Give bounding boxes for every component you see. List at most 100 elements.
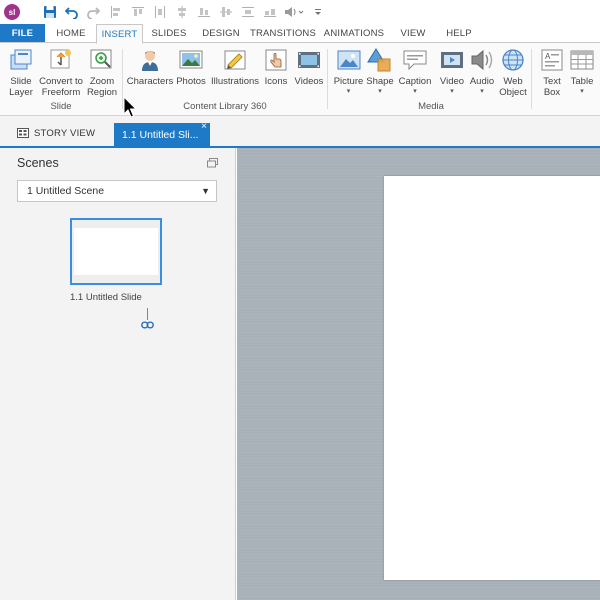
scenes-title: Scenes bbox=[17, 156, 59, 170]
picture-label: Picture bbox=[333, 76, 364, 87]
tab-insert[interactable]: INSERT bbox=[96, 24, 143, 44]
close-tab-icon[interactable]: × bbox=[201, 123, 207, 139]
slide-canvas bbox=[237, 148, 600, 600]
ribbon-insert: Slide Layer Convert to Freeform Zoom Region… bbox=[0, 42, 600, 116]
align-top-icon[interactable] bbox=[130, 4, 146, 20]
align-left-icon[interactable] bbox=[108, 4, 124, 20]
video-button[interactable]: Video ▾ bbox=[437, 47, 467, 96]
table-dropdown-icon[interactable]: ▾ bbox=[580, 88, 584, 96]
photos-label: Photos bbox=[176, 76, 206, 87]
caption-dropdown-icon[interactable]: ▾ bbox=[413, 88, 417, 96]
characters-label: Characters bbox=[126, 76, 174, 87]
slide-layer-icon bbox=[8, 47, 34, 73]
align-bottom-icon[interactable] bbox=[196, 4, 212, 20]
web-object-button[interactable]: Web Object bbox=[498, 47, 528, 98]
story-view-icon bbox=[17, 128, 29, 138]
scenes-panel: Scenes 1 Untitled Scene ▼ 1.1 Untitled S… bbox=[0, 148, 236, 600]
slide-group-label: Slide bbox=[50, 101, 72, 112]
convert-freeform-label-2: Freeform bbox=[41, 87, 81, 98]
film-icon bbox=[296, 47, 322, 73]
caption-button[interactable]: Caption ▾ bbox=[396, 47, 434, 96]
photos-button[interactable]: Photos bbox=[174, 47, 208, 87]
audio-button[interactable]: Audio ▾ bbox=[467, 47, 497, 96]
speaker-icon bbox=[469, 47, 495, 73]
slide-layer-button[interactable]: Slide Layer bbox=[5, 47, 37, 98]
distribute-vertical-icon[interactable] bbox=[240, 4, 256, 20]
group-separator bbox=[327, 49, 328, 109]
icons-button[interactable]: Icons bbox=[262, 47, 290, 87]
shape-button[interactable]: Shape ▾ bbox=[365, 47, 395, 96]
convert-to-freeform-button[interactable]: Convert to Freeform bbox=[38, 47, 84, 98]
photo-icon bbox=[178, 47, 204, 73]
svg-text:A: A bbox=[545, 52, 551, 61]
panel-options-icon[interactable] bbox=[207, 158, 218, 168]
mouse-cursor-icon bbox=[123, 95, 138, 118]
caption-icon bbox=[402, 47, 428, 73]
web-object-label-1: Web bbox=[503, 76, 523, 87]
quick-access-toolbar: sl bbox=[0, 0, 600, 24]
story-view-tab[interactable]: STORY VIEW bbox=[17, 124, 95, 142]
tab-transitions[interactable]: TRANSITIONS bbox=[249, 24, 317, 43]
icons-label: Icons bbox=[264, 76, 288, 87]
save-icon[interactable] bbox=[42, 4, 58, 20]
tab-animations[interactable]: ANIMATIONS bbox=[321, 24, 387, 43]
customize-icon[interactable] bbox=[310, 4, 326, 20]
illustration-icon bbox=[222, 47, 248, 73]
shape-dropdown-icon[interactable]: ▾ bbox=[378, 88, 382, 96]
text-box-label-2: Box bbox=[543, 87, 561, 98]
convert-freeform-label-1: Convert to bbox=[39, 76, 83, 87]
volume-icon[interactable] bbox=[283, 4, 305, 20]
align-middle-icon[interactable] bbox=[218, 4, 234, 20]
slide-stage[interactable] bbox=[384, 176, 600, 580]
slide-tab-current[interactable]: 1.1 Untitled Sli... × bbox=[114, 123, 210, 148]
redo-icon[interactable] bbox=[85, 4, 101, 20]
slide-thumbnail[interactable] bbox=[70, 218, 162, 285]
tab-view[interactable]: VIEW bbox=[393, 24, 433, 43]
tab-help[interactable]: HELP bbox=[440, 24, 478, 43]
audio-dropdown-icon[interactable]: ▾ bbox=[480, 88, 484, 96]
video-label: Video bbox=[439, 76, 465, 87]
ribbon-tabs: FILE HOME INSERT SLIDES DESIGN TRANSITIO… bbox=[0, 24, 600, 44]
characters-button[interactable]: Characters bbox=[127, 47, 173, 87]
slide-thumbnail-label: 1.1 Untitled Slide bbox=[70, 292, 142, 303]
illustrations-button[interactable]: Illustrations bbox=[208, 47, 262, 87]
slide-layer-label-2: Layer bbox=[9, 87, 33, 98]
picture-dropdown-icon[interactable]: ▾ bbox=[347, 88, 351, 96]
trigger-connector bbox=[147, 308, 148, 320]
slide-tab-label: 1.1 Untitled Sli... bbox=[122, 129, 199, 141]
align-bottom-alt-icon[interactable] bbox=[262, 4, 278, 20]
picture-button[interactable]: Picture ▾ bbox=[332, 47, 365, 96]
video-icon bbox=[439, 47, 465, 73]
zoom-region-label-1: Zoom bbox=[89, 76, 115, 87]
link-icon[interactable] bbox=[141, 320, 154, 329]
picture-icon bbox=[336, 47, 362, 73]
scene-selector-value: 1 Untitled Scene bbox=[27, 185, 105, 197]
tab-file[interactable]: FILE bbox=[0, 24, 45, 43]
tab-design[interactable]: DESIGN bbox=[197, 24, 245, 43]
tab-home[interactable]: HOME bbox=[49, 24, 93, 43]
video-dropdown-icon[interactable]: ▾ bbox=[450, 88, 454, 96]
table-label: Table bbox=[570, 76, 594, 87]
content-library-group-label: Content Library 360 bbox=[183, 101, 267, 112]
chevron-down-icon: ▼ bbox=[201, 186, 210, 196]
web-object-label-2: Object bbox=[499, 87, 527, 98]
zoom-region-label-2: Region bbox=[86, 87, 118, 98]
distribute-icon[interactable] bbox=[152, 4, 168, 20]
videos-library-button[interactable]: Videos bbox=[292, 47, 326, 87]
app-logo: sl bbox=[4, 4, 20, 20]
table-icon bbox=[569, 47, 595, 73]
align-center-icon[interactable] bbox=[174, 4, 190, 20]
undo-icon[interactable] bbox=[64, 4, 80, 20]
tab-slides[interactable]: SLIDES bbox=[146, 24, 192, 43]
scene-selector[interactable]: 1 Untitled Scene ▼ bbox=[17, 180, 217, 202]
character-icon bbox=[137, 47, 163, 73]
zoom-region-button[interactable]: Zoom Region bbox=[85, 47, 119, 98]
convert-freeform-icon bbox=[48, 47, 74, 73]
caption-label: Caption bbox=[398, 76, 432, 87]
text-box-button[interactable]: A Text Box bbox=[537, 47, 567, 98]
slide-thumbnail-content bbox=[74, 228, 158, 275]
shape-icon bbox=[367, 47, 393, 73]
document-tab-strip: STORY VIEW 1.1 Untitled Sli... × bbox=[0, 116, 600, 148]
table-button[interactable]: Table ▾ bbox=[567, 47, 597, 96]
shape-label: Shape bbox=[366, 76, 394, 87]
